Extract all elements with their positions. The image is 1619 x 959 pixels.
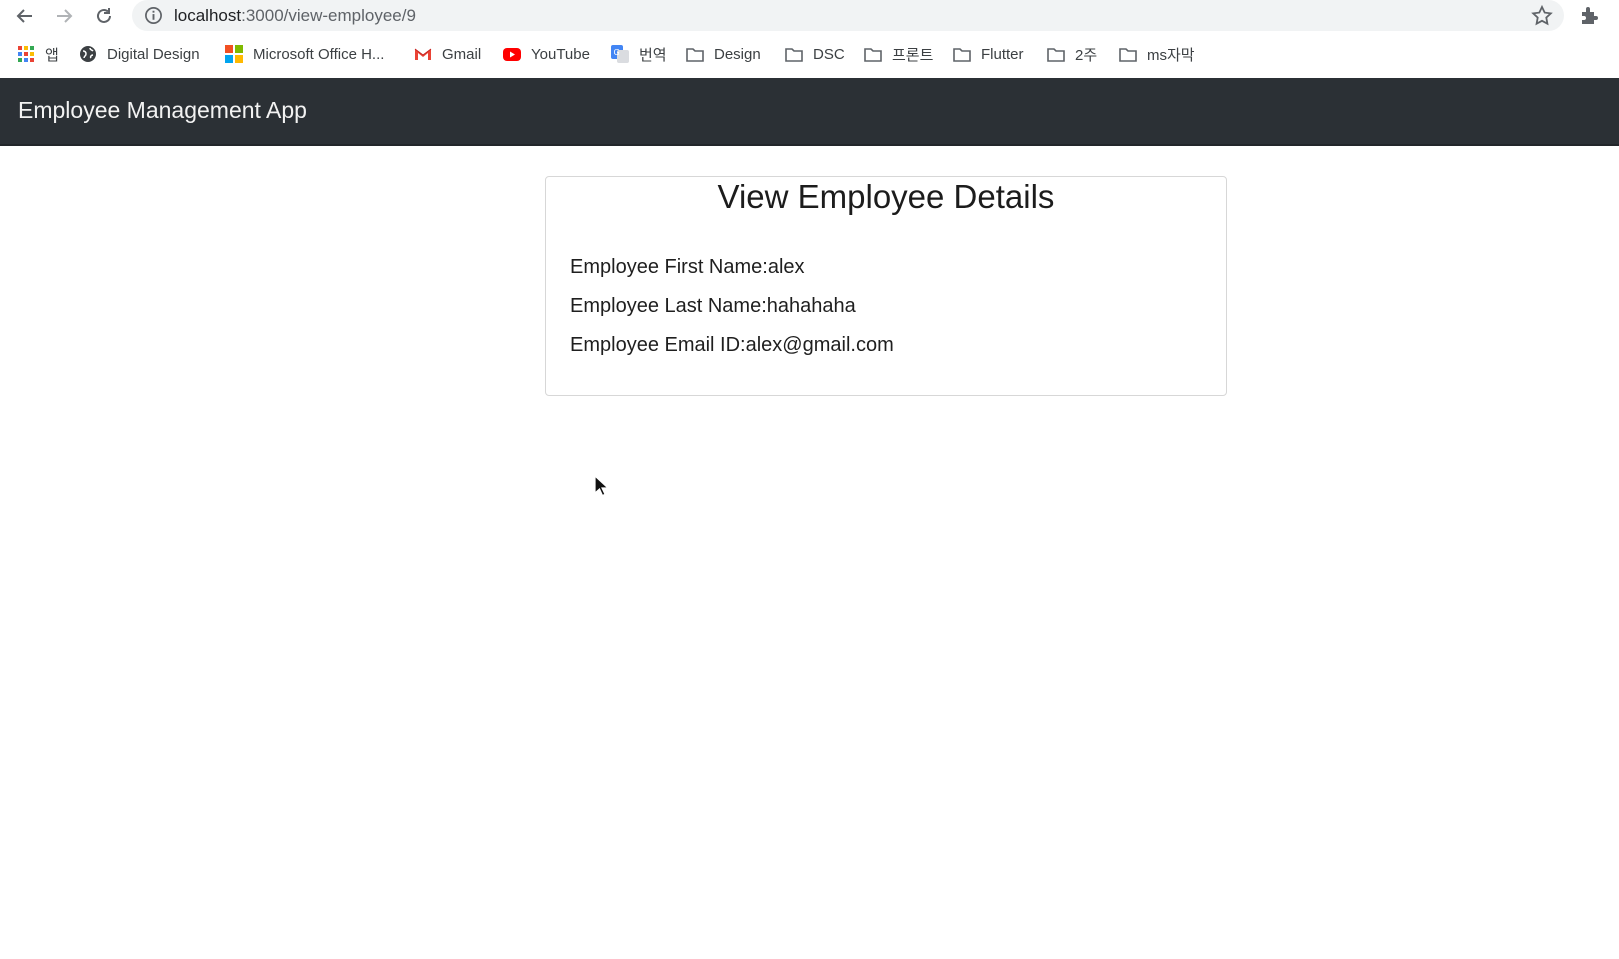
bookmark-label: Microsoft Office H... bbox=[253, 45, 385, 63]
bookmark-folder-flutter[interactable]: Flutter bbox=[953, 43, 1024, 65]
bookmark-folder-2weeks[interactable]: 2주 bbox=[1047, 43, 1097, 65]
bookmark-folder-dsc[interactable]: DSC bbox=[785, 43, 845, 65]
bookmark-label: Flutter bbox=[981, 45, 1024, 63]
folder-icon bbox=[1047, 45, 1065, 63]
bookmark-digital-design[interactable]: Digital Design bbox=[79, 43, 200, 65]
bookmark-label: 2주 bbox=[1075, 46, 1098, 64]
bookmark-microsoft-office[interactable]: Microsoft Office H... bbox=[225, 43, 384, 65]
arrow-right-icon bbox=[57, 9, 73, 23]
gmail-icon bbox=[414, 45, 432, 63]
bookmark-folder-design[interactable]: Design bbox=[686, 43, 761, 65]
bookmark-folder-front[interactable]: 프론트 bbox=[864, 43, 933, 65]
folder-icon bbox=[953, 45, 971, 63]
employee-first-name: Employee First Name:alex bbox=[570, 256, 805, 278]
folder-icon bbox=[1119, 45, 1137, 63]
globe-icon bbox=[79, 45, 97, 63]
bookmark-translate[interactable]: G 번역 bbox=[611, 43, 667, 65]
info-icon[interactable] bbox=[144, 6, 163, 25]
microsoft-icon bbox=[225, 45, 243, 63]
reload-icon bbox=[97, 8, 111, 23]
bookmark-youtube[interactable]: YouTube bbox=[503, 43, 590, 65]
bookmark-label: Digital Design bbox=[107, 45, 200, 63]
arrow-left-icon bbox=[16, 9, 32, 23]
url-bar[interactable]: localhost:3000/view-employee/9 bbox=[132, 0, 1564, 31]
bookmark-label: ms자막 bbox=[1147, 46, 1195, 64]
extensions-puzzle-icon[interactable] bbox=[1578, 4, 1602, 28]
page-title: View Employee Details bbox=[717, 178, 1055, 215]
employee-last-name: Employee Last Name:hahahaha bbox=[570, 295, 856, 317]
url-text[interactable]: localhost:3000/view-employee/9 bbox=[174, 6, 416, 25]
bookmark-gmail[interactable]: Gmail bbox=[414, 43, 481, 65]
youtube-icon bbox=[503, 45, 521, 63]
svg-text:G: G bbox=[614, 48, 620, 57]
mouse-cursor-icon bbox=[594, 475, 610, 497]
employee-email: Employee Email ID:alex@gmail.com bbox=[570, 334, 894, 356]
folder-icon bbox=[864, 45, 882, 63]
reload-button[interactable] bbox=[90, 2, 118, 30]
bookmark-apps[interactable]: 앱 bbox=[17, 43, 59, 65]
bookmark-label: 번역 bbox=[639, 46, 667, 64]
apps-grid-icon bbox=[17, 45, 35, 63]
app-navbar: Employee Management App bbox=[0, 78, 1619, 146]
bookmarks-bar: 앱 Digital Design Microsoft Office H... G… bbox=[0, 36, 1619, 72]
bookmark-label: Gmail bbox=[442, 45, 482, 63]
url-path: :3000/view-employee/9 bbox=[241, 6, 416, 25]
bookmark-label: 프론트 bbox=[892, 46, 934, 64]
folder-icon bbox=[686, 45, 704, 63]
bookmark-star-icon[interactable] bbox=[1530, 4, 1554, 28]
browser-toolbar: localhost:3000/view-employee/9 bbox=[0, 0, 1619, 32]
bookmark-label: DSC bbox=[813, 45, 845, 63]
url-host: localhost bbox=[174, 6, 242, 25]
translate-icon: G bbox=[611, 45, 629, 63]
bookmark-label: 앱 bbox=[45, 46, 59, 64]
bookmark-label: YouTube bbox=[531, 45, 590, 63]
back-button[interactable] bbox=[11, 2, 39, 30]
bookmark-label: Design bbox=[714, 45, 761, 63]
navbar-brand[interactable]: Employee Management App bbox=[18, 97, 307, 124]
bookmark-folder-ms-subtitles[interactable]: ms자막 bbox=[1119, 43, 1195, 65]
forward-button[interactable] bbox=[50, 2, 78, 30]
folder-icon bbox=[785, 45, 803, 63]
